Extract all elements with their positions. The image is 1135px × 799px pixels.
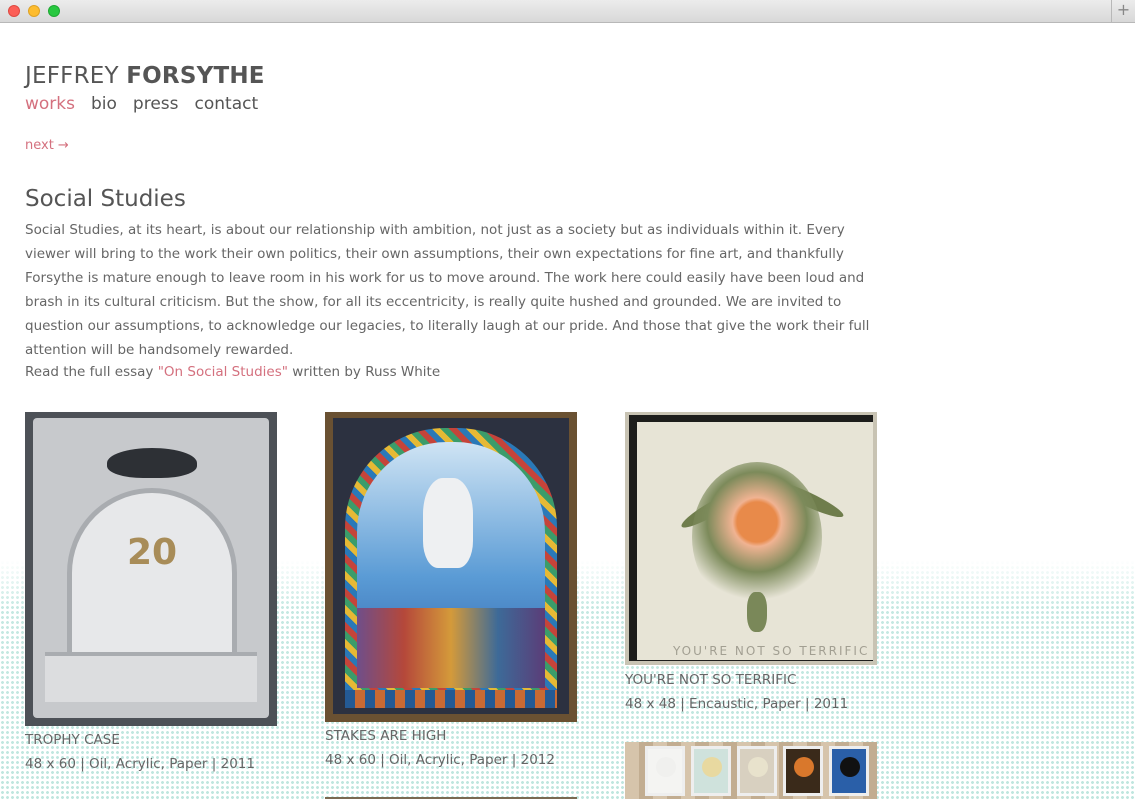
record-frame [691,746,731,796]
crowd [357,608,545,688]
window-frame [333,418,569,714]
stems [747,592,767,632]
nav-item-works[interactable]: works [25,94,75,114]
main-nav: works bio press contact [25,94,258,114]
mosaic-bottom [345,690,557,708]
record-disc [840,757,860,777]
nav-item-press[interactable]: press [133,94,179,114]
record-disc [656,757,676,777]
painted-text: YOU'RE NOT SO TERRIFIC [673,644,870,658]
close-window-button[interactable] [8,5,20,17]
record-disc [794,757,814,777]
artwork-title[interactable]: YOU'RE NOT SO TERRIFIC [625,672,796,688]
brand-first-name: JEFFREY [25,63,119,89]
floating-figure [423,478,473,568]
artwork-image-youre-not-so-terrific[interactable]: YOU'RE NOT SO TERRIFIC [625,412,877,665]
minimize-window-button[interactable] [28,5,40,17]
essay-credit-prefix: Read the full essay [25,364,158,380]
artwork-specs: 48 x 60 | Oil, Acrylic, Paper | 2012 [325,752,555,768]
record-frame [645,746,685,796]
artwork-image-records[interactable] [625,742,877,799]
site-logo[interactable]: JEFFREY FORSYTHE [25,63,265,89]
artwork-specs: 48 x 60 | Oil, Acrylic, Paper | 2011 [25,756,255,772]
artwork-title[interactable]: STAKES ARE HIGH [325,728,446,744]
essay-credit: Read the full essay "On Social Studies" … [25,364,440,380]
window-titlebar: + [0,0,1135,23]
essay-link[interactable]: "On Social Studies" [158,364,288,380]
eagle-crest [107,448,197,478]
canvas: YOU'RE NOT SO TERRIFIC [637,422,873,660]
trophy-number: 20 [126,532,178,573]
trophy-base [45,652,257,702]
record-frame [783,746,823,796]
arch [67,488,237,668]
artwork-image-stakes-are-high[interactable] [325,412,577,722]
artwork-title[interactable]: TROPHY CASE [25,732,120,748]
record-frame [737,746,777,796]
record-disc [702,757,722,777]
artwork-specs: 48 x 48 | Encaustic, Paper | 2011 [625,696,849,712]
nav-item-contact[interactable]: contact [195,94,259,114]
artwork-image-trophy-case[interactable]: 20 [25,412,277,726]
next-link[interactable]: next → [25,138,69,153]
record-disc [748,757,768,777]
record-frame [829,746,869,796]
new-tab-plus-icon[interactable]: + [1111,0,1135,22]
essay-credit-suffix: written by Russ White [287,364,441,380]
page-title: Social Studies [25,186,186,212]
frame: YOU'RE NOT SO TERRIFIC [629,415,873,661]
bouquet [692,462,822,612]
series-description: Social Studies, at its heart, is about o… [25,222,870,358]
zoom-window-button[interactable] [48,5,60,17]
brand-last-name: FORSYTHE [126,63,265,89]
nav-item-bio[interactable]: bio [91,94,117,114]
